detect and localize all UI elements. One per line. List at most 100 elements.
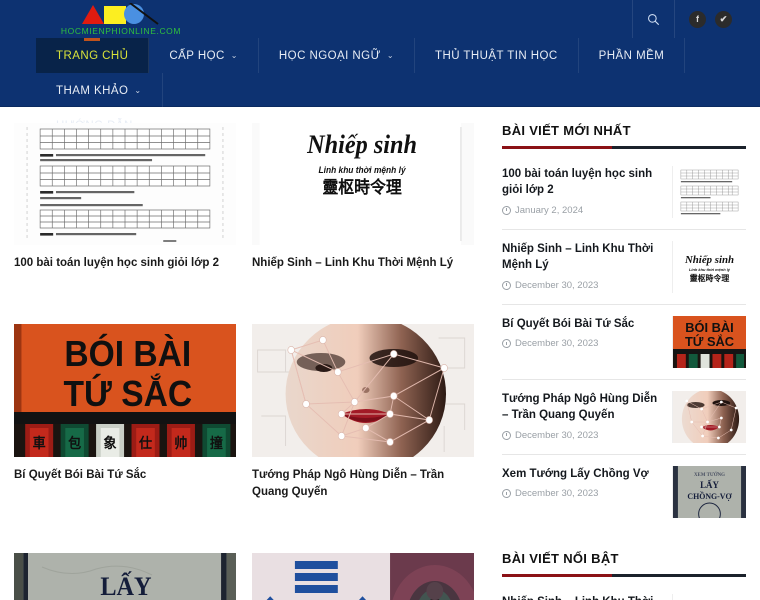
nhiep-sinh-cover-thumbnail[interactable]: Nhiếp sinh Linh khu thời mệnh lý 靈枢時令理 [672,594,746,600]
svg-text:TỨ SẮC: TỨ SẮC [64,373,193,414]
svg-text:Nhiếp sinh: Nhiếp sinh [306,131,417,159]
post-card[interactable]: LẤY CHỒNG-VỢ Xem Tướng Lấy Chồng Vợ [14,552,252,600]
nav-item-phan-mem[interactable]: PHẦN MỀM [579,38,686,73]
list-item-date: December 30, 2023 [515,429,599,441]
list-item-meta: December 30, 2023 [502,488,662,499]
svg-text:仕: 仕 [138,435,152,453]
svg-text:車: 車 [33,435,47,453]
header-actions: f ✔ [632,0,746,38]
list-item[interactable]: 100 bài toán luyện học sinh giỏi lớp 2 J… [502,155,746,230]
nhiep-sinh-cover-thumbnail[interactable]: Nhiếp sinh Linh khu thời mệnh lý 靈枢時令理 [672,241,746,293]
svg-text:靈枢時令理: 靈枢時令理 [690,273,729,283]
post-card[interactable]: 100 bài toán luyện học sinh giỏi lớp 2 [14,123,252,304]
clock-icon [502,205,511,215]
svg-text:CHỒNG-VỢ: CHỒNG-VỢ [687,491,732,501]
list-item[interactable]: Xem Tướng Lấy Chồng Vợ December 30, 2023… [502,455,746,529]
post-card[interactable]: Nhiếp sinh Linh khu thời mệnh lý 靈枢時令理 N… [252,123,490,304]
list-item-date: December 30, 2023 [515,279,599,291]
widget-title: BÀI VIẾT NỔI BẬT [502,551,619,566]
face-mesh-thumbnail[interactable] [252,324,474,458]
list-item-meta: December 30, 2023 [502,338,662,349]
post-title[interactable]: Tướng Pháp Ngô Hùng Diễn – Trần Quang Qu… [252,467,474,500]
twitter-icon[interactable]: ✔ [715,10,732,28]
nav-label: TRANG CHỦ [56,49,129,62]
svg-text:撞: 撞 [210,435,224,453]
search-button[interactable] [632,0,674,38]
svg-text:象: 象 [104,435,118,453]
nav-item-thu-thuat-tin-hoc[interactable]: THỦ THUẬT TIN HỌC [415,38,579,73]
post-title[interactable]: 100 bài toán luyện học sinh giỏi lớp 2 [14,255,236,272]
post-card[interactable]: Tướng Pháp Ngô Hùng Diễn – Trần Quang Qu… [252,324,490,533]
nav-item-trang-chu[interactable]: TRANG CHỦ [36,38,150,73]
list-item[interactable]: Tướng Pháp Ngô Hùng Diễn – Trần Quang Qu… [502,380,746,455]
list-item[interactable]: Nhiếp Sinh – Linh Khu Thời Mệnh Lý Decem… [502,583,746,600]
chevron-down-icon: ⌄ [230,51,238,60]
logo-text: HOCMIENPHIONLINE.COM [60,25,182,36]
boi-bai-tu-sac-cover-thumbnail[interactable]: BÓI BÀI TỨ SẮC [14,324,236,458]
red-triangle-icon [82,4,104,24]
search-icon [648,13,660,25]
bagua-thumbnail[interactable] [252,552,474,600]
list-item-title[interactable]: Tướng Pháp Ngô Hùng Diễn – Trần Quang Qu… [502,391,662,424]
svg-text:包: 包 [68,435,82,453]
svg-text:TỨ SẮC: TỨ SẮC [685,334,734,349]
list-item-title[interactable]: Nhiếp Sinh – Linh Khu Thời Mệnh Lý [502,594,662,600]
page-body: 100 bài toán luyện học sinh giỏi lớp 2 N… [0,107,760,600]
yellow-square-icon [104,5,126,24]
facebook-icon[interactable]: f [689,10,706,28]
nav-item-tham-khao[interactable]: THAM KHẢO ⌄ [36,73,163,108]
clock-icon [502,489,511,499]
clock-icon [502,430,511,440]
svg-text:靈枢時令理: 靈枢時令理 [322,177,402,197]
list-item-meta: January 2, 2024 [502,205,662,216]
sidebar: BÀI VIẾT MỚI NHẤT 100 bài toán luyện học… [490,123,746,600]
nav-label: THAM KHẢO [56,84,129,97]
worksheet-grid-thumbnail[interactable] [672,166,746,218]
svg-text:Linh khu thời mệnh lý: Linh khu thời mệnh lý [319,165,407,175]
post-card[interactable]: BÓI BÀI TỨ SẮC 車 包 象 仕 帅 撞 Bí Quyết Bói … [14,324,252,533]
nav-item-cap-hoc[interactable]: CẤP HỌC ⌄ [149,38,259,73]
post-grid: 100 bài toán luyện học sinh giỏi lớp 2 N… [14,123,490,600]
header-top-bar: HOCMIENPHIONLINE.COM f ✔ [0,0,760,38]
list-item[interactable]: Nhiếp Sinh – Linh Khu Thời Mệnh Lý Decem… [502,230,746,305]
list-item-meta: December 30, 2023 [502,430,662,441]
lay-chong-vo-cover-thumbnail[interactable]: XEM TƯỚNG LẤY CHỒNG-VỢ [672,466,746,518]
list-item-body: Tướng Pháp Ngô Hùng Diễn – Trần Quang Qu… [502,391,662,441]
list-item-title[interactable]: 100 bài toán luyện học sinh giỏi lớp 2 [502,166,662,199]
list-item-date: January 2, 2024 [515,204,584,216]
nav-label: HỌC NGOẠI NGỮ [278,49,381,62]
nav-label: THỦ THUẬT TIN HỌC [435,49,558,62]
list-item[interactable]: Bí Quyết Bói Bài Tứ Sắc December 30, 202… [502,305,746,380]
nhiep-sinh-cover-thumbnail[interactable]: Nhiếp sinh Linh khu thời mệnh lý 靈枢時令理 [252,123,474,245]
list-item-date: December 30, 2023 [515,488,599,500]
nav-row-primary: TRANG CHỦ CẤP HỌC ⌄ HỌC NGOẠI NGỮ ⌄ THỦ … [36,38,744,108]
chevron-down-icon: ⌄ [386,51,395,60]
list-item-date: December 30, 2023 [515,338,599,350]
nav-item-hoc-ngoai-ngu[interactable]: HỌC NGOẠI NGỮ ⌄ [259,38,416,73]
svg-text:LẤY: LẤY [100,571,151,600]
logo-shapes [78,2,164,25]
list-item-meta: December 30, 2023 [502,280,662,291]
nav-label: PHẦN MỀM [598,49,665,62]
svg-text:Nhiếp sinh: Nhiếp sinh [684,254,734,266]
site-logo[interactable]: HOCMIENPHIONLINE.COM [60,2,182,36]
lay-chong-vo-cover-thumbnail[interactable]: LẤY CHỒNG-VỢ [14,552,236,600]
list-item-body: Nhiếp Sinh – Linh Khu Thời Mệnh Lý Decem… [502,594,662,600]
list-item-title[interactable]: Nhiếp Sinh – Linh Khu Thời Mệnh Lý [502,241,662,274]
worksheet-grid-thumbnail[interactable] [14,123,236,245]
list-item-title[interactable]: Bí Quyết Bói Bài Tứ Sắc [502,316,662,332]
list-item-body: 100 bài toán luyện học sinh giỏi lớp 2 J… [502,166,662,216]
post-card[interactable]: Kinh Dịch Phổ Thông [252,552,490,600]
clock-icon [502,339,511,349]
widget-divider [502,574,746,577]
widget-featured-posts: BÀI VIẾT NỔI BẬT Nhiếp Sinh – Linh Khu T… [502,551,746,600]
post-title[interactable]: Nhiếp Sinh – Linh Khu Thời Mệnh Lý [252,255,474,272]
svg-text:帅: 帅 [174,435,187,453]
post-title[interactable]: Bí Quyết Bói Bài Tứ Sắc [14,467,236,484]
face-mesh-thumbnail[interactable] [672,391,746,443]
widget-latest-posts: BÀI VIẾT MỚI NHẤT 100 bài toán luyện học… [502,123,746,529]
boi-bai-tu-sac-cover-thumbnail[interactable]: BÓI BÀI TỨ SẮC [672,316,746,368]
nav-label: CẤP HỌC [169,49,225,62]
list-item-title[interactable]: Xem Tướng Lấy Chồng Vợ [502,466,662,482]
site-header: HOCMIENPHIONLINE.COM f ✔ TRANG CHỦ CẤP H… [0,0,760,132]
